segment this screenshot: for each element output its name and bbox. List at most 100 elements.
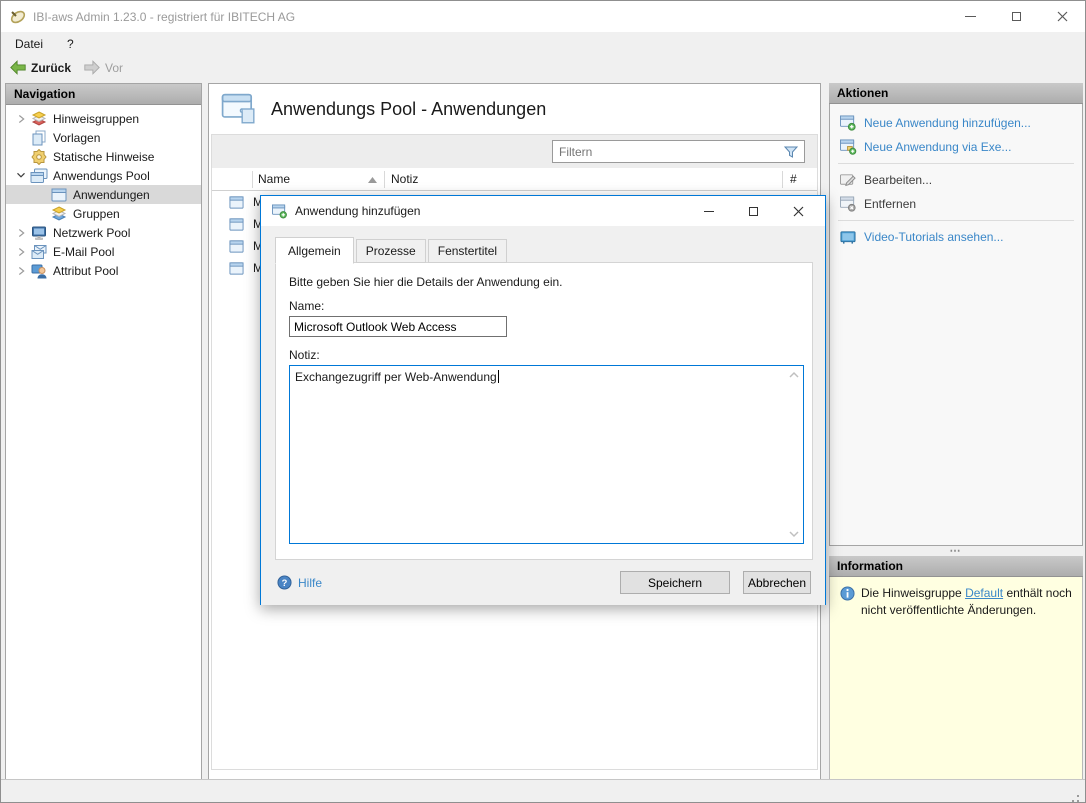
scroll-up-icon[interactable] bbox=[788, 370, 800, 380]
add-application-dialog: Anwendung hinzufügen Allgemein Prozesse … bbox=[260, 195, 826, 605]
toolbar: Zurück Vor bbox=[1, 55, 1085, 80]
nav-item-attribut-pool[interactable]: Attribut Pool bbox=[6, 261, 201, 280]
dialog-maximize-button[interactable] bbox=[731, 196, 776, 226]
application-icon bbox=[228, 239, 245, 254]
actions-separator bbox=[838, 220, 1074, 221]
action-remove[interactable]: Entfernen bbox=[830, 192, 1082, 216]
back-button[interactable]: Zurück bbox=[3, 58, 77, 77]
app-pool-icon bbox=[30, 168, 48, 184]
notiz-value: Exchangezugriff per Web-Anwendung bbox=[295, 370, 497, 384]
app-pool-header-icon bbox=[221, 93, 257, 125]
filter-icon[interactable] bbox=[783, 144, 799, 160]
chevron-right-icon[interactable] bbox=[12, 247, 30, 257]
filter-box bbox=[552, 140, 805, 163]
nav-item-label: Gruppen bbox=[73, 207, 120, 221]
navigation-panel: Navigation Hinweisgruppen Vorlagen bbox=[5, 83, 202, 780]
dialog-tabs: Allgemein Prozesse Fenstertitel bbox=[275, 237, 509, 263]
action-label: Entfernen bbox=[864, 197, 916, 211]
panel-splitter[interactable]: ⋯ bbox=[829, 546, 1083, 556]
actions-separator bbox=[838, 163, 1074, 164]
cancel-button[interactable]: Abbrechen bbox=[743, 571, 811, 594]
svg-text:?: ? bbox=[282, 578, 288, 588]
dialog-title-bar: Anwendung hinzufügen bbox=[261, 196, 825, 226]
window-add-exe-icon bbox=[839, 139, 857, 155]
column-header-notiz[interactable]: Notiz bbox=[391, 172, 418, 186]
nav-item-hinweisgruppen[interactable]: Hinweisgruppen bbox=[6, 109, 201, 128]
nav-item-label: Netzwerk Pool bbox=[53, 226, 130, 240]
status-bar bbox=[1, 779, 1085, 802]
scroll-down-icon[interactable] bbox=[788, 529, 800, 539]
navigation-header: Navigation bbox=[6, 84, 201, 105]
information-panel: Die Hinweisgruppe Default enthält noch n… bbox=[829, 577, 1083, 780]
back-arrow-icon bbox=[9, 60, 27, 75]
nav-item-vorlagen[interactable]: Vorlagen bbox=[6, 128, 201, 147]
title-bar: IBI-aws Admin 1.23.0 - registriert für I… bbox=[1, 1, 1085, 32]
nav-item-email-pool[interactable]: E-Mail Pool bbox=[6, 242, 201, 261]
tab-prozesse[interactable]: Prozesse bbox=[356, 239, 426, 263]
nav-item-label: Anwendungs Pool bbox=[53, 169, 150, 183]
default-group-link[interactable]: Default bbox=[965, 586, 1003, 600]
action-label: Neue Anwendung hinzufügen... bbox=[864, 116, 1031, 130]
attribute-pool-icon bbox=[30, 263, 48, 279]
close-icon bbox=[1057, 11, 1068, 22]
column-header-count[interactable]: # bbox=[790, 172, 797, 186]
resize-grip-icon[interactable] bbox=[1077, 795, 1079, 797]
minimize-button[interactable] bbox=[947, 1, 993, 32]
info-icon bbox=[840, 586, 855, 601]
action-label: Bearbeiten... bbox=[864, 173, 932, 187]
nav-item-label: Hinweisgruppen bbox=[53, 112, 139, 126]
nav-item-statische-hinweise[interactable]: Statische Hinweise bbox=[6, 147, 201, 166]
chevron-right-icon[interactable] bbox=[12, 228, 30, 238]
name-label: Name: bbox=[289, 299, 324, 313]
action-video-tutorials[interactable]: Video-Tutorials ansehen... bbox=[830, 225, 1082, 249]
notiz-textarea[interactable]: Exchangezugriff per Web-Anwendung bbox=[289, 365, 804, 544]
action-new-application-via-exe[interactable]: Neue Anwendung via Exe... bbox=[830, 135, 1082, 159]
app-window: IBI-aws Admin 1.23.0 - registriert für I… bbox=[0, 0, 1086, 803]
forward-button[interactable]: Vor bbox=[77, 58, 129, 77]
templates-icon bbox=[30, 130, 48, 146]
menu-datei[interactable]: Datei bbox=[5, 34, 53, 54]
name-input[interactable] bbox=[289, 316, 507, 337]
help-label: Hilfe bbox=[298, 576, 322, 590]
content-header: Anwendungs Pool - Anwendungen bbox=[209, 84, 820, 134]
filter-input[interactable] bbox=[553, 145, 783, 159]
dialog-close-button[interactable] bbox=[776, 196, 821, 226]
nav-item-netzwerk-pool[interactable]: Netzwerk Pool bbox=[6, 223, 201, 242]
dialog-minimize-button[interactable] bbox=[686, 196, 731, 226]
email-pool-icon bbox=[30, 244, 48, 260]
nav-item-gruppen[interactable]: Gruppen bbox=[6, 204, 201, 223]
menu-bar: Datei ? bbox=[1, 32, 1085, 55]
column-header-name[interactable]: Name bbox=[258, 172, 290, 186]
actions-panel: Neue Anwendung hinzufügen... Neue Anwend… bbox=[829, 104, 1083, 546]
notice-groups-icon bbox=[30, 111, 48, 127]
tab-fenstertitel[interactable]: Fenstertitel bbox=[428, 239, 507, 263]
help-link[interactable]: ? Hilfe bbox=[277, 575, 322, 590]
nav-item-anwendungen[interactable]: Anwendungen bbox=[6, 185, 201, 204]
tab-allgemein[interactable]: Allgemein bbox=[275, 237, 354, 264]
back-label: Zurück bbox=[31, 61, 71, 75]
dialog-title: Anwendung hinzufügen bbox=[295, 204, 420, 218]
window-title: IBI-aws Admin 1.23.0 - registriert für I… bbox=[33, 10, 295, 24]
window-add-icon bbox=[839, 115, 857, 131]
chevron-right-icon[interactable] bbox=[12, 266, 30, 276]
action-edit[interactable]: Bearbeiten... bbox=[830, 168, 1082, 192]
maximize-button[interactable] bbox=[993, 1, 1039, 32]
nav-item-label: Attribut Pool bbox=[53, 264, 118, 278]
filter-band bbox=[212, 135, 817, 168]
application-icon bbox=[228, 217, 245, 232]
static-notices-icon bbox=[30, 149, 48, 165]
application-icon bbox=[228, 195, 245, 210]
chevron-down-icon[interactable] bbox=[12, 172, 30, 179]
groups-icon bbox=[50, 206, 68, 222]
chevron-right-icon[interactable] bbox=[12, 114, 30, 124]
menu-help[interactable]: ? bbox=[57, 34, 84, 54]
nav-item-anwendungs-pool[interactable]: Anwendungs Pool bbox=[6, 166, 201, 185]
nav-item-label: Vorlagen bbox=[53, 131, 100, 145]
window-add-icon bbox=[271, 204, 288, 219]
action-new-application[interactable]: Neue Anwendung hinzufügen... bbox=[830, 111, 1082, 135]
nav-item-label: Statische Hinweise bbox=[53, 150, 154, 164]
close-button[interactable] bbox=[1039, 1, 1085, 32]
dialog-footer: ? Hilfe Speichern Abbrechen bbox=[261, 560, 825, 605]
save-button[interactable]: Speichern bbox=[620, 571, 730, 594]
info-text-before: Die Hinweisgruppe bbox=[861, 586, 962, 600]
